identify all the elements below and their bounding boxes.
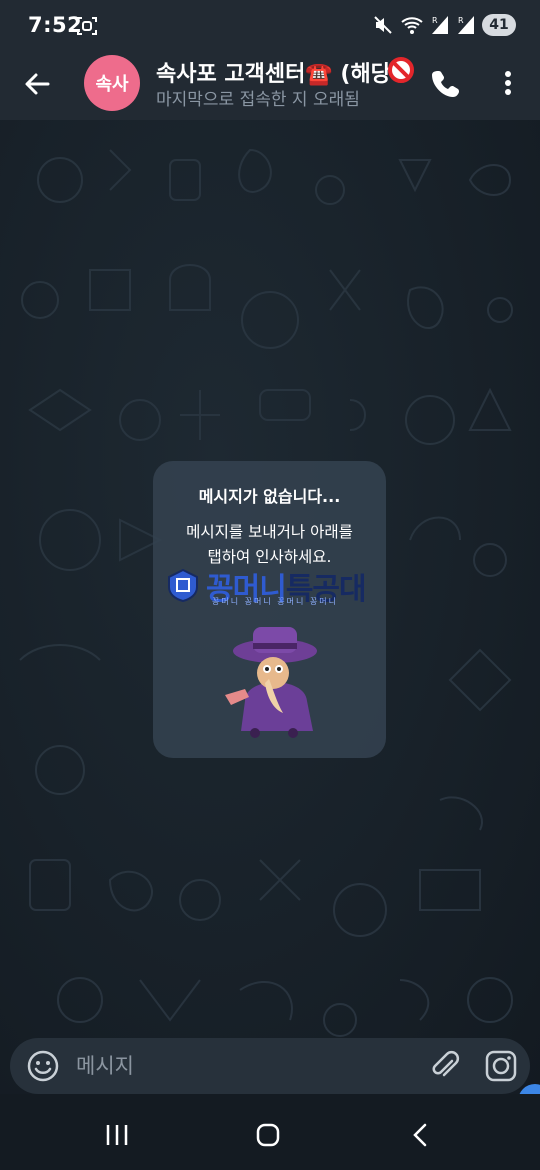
camera-icon[interactable]	[484, 1049, 518, 1083]
shield-logo-icon	[168, 568, 198, 602]
system-nav-bar	[0, 1094, 540, 1170]
message-composer	[10, 1038, 530, 1094]
recent-apps-icon[interactable]	[97, 1120, 137, 1150]
emoji-icon[interactable]	[26, 1049, 60, 1083]
signal-r-icon: R	[432, 16, 448, 34]
greeting-sticker[interactable]	[215, 621, 327, 741]
empty-chat-title: 메시지가 없습니다...	[198, 487, 341, 506]
status-bar: 7:52 R R 41	[0, 0, 540, 54]
last-seen-status: 마지막으로 접속한 지 오래됨	[156, 90, 360, 110]
more-options-icon[interactable]	[496, 67, 520, 99]
svg-text:R: R	[432, 16, 438, 25]
empty-chat-description: 메시지를 보내거나 아래를 탭하여 인사하세요.	[169, 520, 370, 570]
status-time: 7:52	[28, 13, 83, 37]
mute-icon	[374, 16, 392, 34]
chat-title-text: 속사포 고객센터☎️ (해당	[156, 62, 391, 86]
chat-title[interactable]: 속사포 고객센터☎️ (해당	[156, 56, 414, 86]
empty-chat-card: 메시지가 없습니다... 메시지를 보내거나 아래를 탭하여 인사하세요.	[153, 461, 386, 758]
svg-text:R: R	[458, 16, 464, 25]
message-input[interactable]	[76, 1046, 406, 1086]
avatar[interactable]: 속사	[84, 55, 140, 111]
attach-paperclip-icon[interactable]	[428, 1049, 462, 1083]
phone-icon[interactable]	[430, 67, 462, 99]
signal-icon: R	[458, 16, 474, 34]
wifi-icon	[401, 17, 423, 34]
chat-header: 속사 속사포 고객센터☎️ (해당 마지막으로 접속한 지 오래됨	[0, 54, 540, 120]
screenshot-icon	[77, 17, 97, 35]
back-nav-icon[interactable]	[400, 1120, 440, 1150]
home-icon[interactable]	[248, 1120, 288, 1150]
no-entry-icon	[388, 57, 414, 83]
watermark-logo: 꽁머니특공대 꽁머니 꽁머니 꽁머니 꽁머니	[162, 566, 384, 607]
empty-chat-line-1: 메시지를 보내거나 아래를	[186, 523, 353, 541]
battery-indicator: 41	[482, 14, 516, 36]
back-arrow-icon[interactable]	[20, 67, 54, 101]
status-icons: R R 41	[372, 14, 516, 36]
watermark-tagline: 꽁머니 꽁머니 꽁머니 꽁머니	[212, 597, 338, 606]
